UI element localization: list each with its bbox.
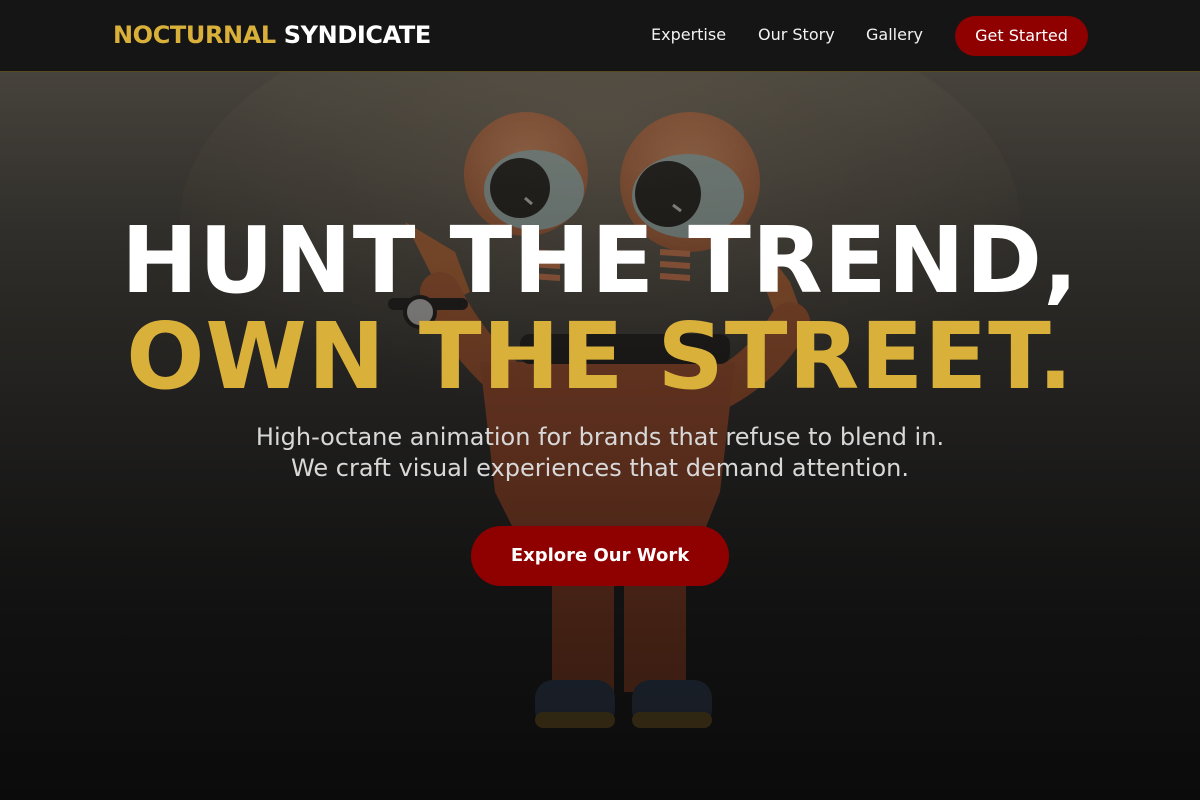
brand-logo[interactable]: NOCTURNAL SYNDICATE xyxy=(113,20,431,50)
brand-name-part2: SYNDICATE xyxy=(283,21,431,49)
nav-link-gallery[interactable]: Gallery xyxy=(866,24,923,46)
get-started-button[interactable]: Get Started xyxy=(955,16,1088,56)
hero-section: HUNT THE TREND, OWN THE STREET. High-oct… xyxy=(0,72,1200,800)
hero-headline-line1: HUNT THE TREND, xyxy=(121,207,1079,314)
explore-our-work-button[interactable]: Explore Our Work xyxy=(471,526,729,586)
hero-headline-line2: OWN THE STREET. xyxy=(126,303,1074,410)
site-header: NOCTURNAL SYNDICATE Expertise Our Story … xyxy=(0,0,1200,72)
nav-link-expertise[interactable]: Expertise xyxy=(651,24,726,46)
hero-subtext: High-octane animation for brands that re… xyxy=(255,423,945,482)
nav-link-our-story[interactable]: Our Story xyxy=(758,24,835,46)
brand-name-part1: NOCTURNAL xyxy=(113,21,276,49)
